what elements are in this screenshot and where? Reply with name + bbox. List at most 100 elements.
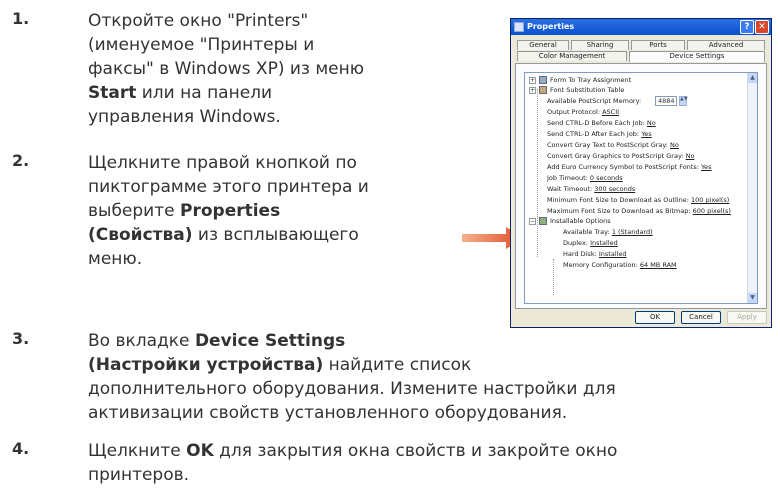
step-text-run: дополнительного оборудования. Измените н…: [88, 379, 616, 399]
step-line: принтеров.: [88, 463, 617, 487]
tree-item-wait-timeout[interactable]: Wait Timeout: 300 seconds: [547, 184, 635, 194]
setting-label: Convert Gray Graphics to PostScript Gray…: [547, 152, 684, 160]
step-line: Щелкните OK для закрытия окна свойств и …: [88, 439, 617, 463]
tab-general[interactable]: General: [517, 40, 569, 50]
properties-dialog: Properties ? ✕ General Sharing Ports Adv…: [510, 18, 772, 328]
step-line: Откройте окно "Printers": [88, 9, 364, 33]
step-line: Start или на панели: [88, 81, 364, 105]
setting-value: ASCII: [602, 108, 620, 116]
step-text-run: пиктограмме этого принтера и: [88, 177, 369, 197]
step-line: дополнительного оборудования. Измените н…: [88, 377, 616, 401]
step-line: активизации свойств установленного обору…: [88, 401, 616, 425]
setting-value: 1 (Standard): [611, 228, 653, 236]
setting-value: No: [685, 152, 695, 160]
setting-label: Output Protocol:: [547, 108, 601, 116]
emphasized-text: OK: [186, 441, 214, 461]
options-icon: [539, 217, 547, 225]
step-text-run: принтеров.: [88, 465, 190, 485]
collapse-icon[interactable]: −: [529, 218, 536, 225]
step-line: управления Windows.: [88, 105, 364, 129]
tree-item-ctrl-d-after[interactable]: Send CTRL-D After Each Job: Yes: [547, 129, 652, 139]
ok-button[interactable]: OK: [635, 311, 675, 324]
step-line: меню.: [88, 247, 369, 271]
settings-tree: + Form To Tray Assignment + Font Substit…: [524, 72, 758, 304]
setting-value: 600 pixel(s): [692, 207, 731, 215]
step-number: 3.: [12, 329, 30, 348]
step-text-run: из всплывающего: [192, 225, 359, 245]
tree-item-gray-graphics[interactable]: Convert Gray Graphics to PostScript Gray…: [547, 151, 694, 161]
setting-value: 64 MB RAM: [639, 261, 677, 269]
tree-item-euro-symbol[interactable]: Add Euro Currency Symbol to PostScript F…: [547, 162, 712, 172]
expand-icon[interactable]: +: [529, 87, 536, 94]
tree-item-job-timeout[interactable]: Job Timeout: 0 seconds: [547, 173, 623, 183]
tree-item-memory-config[interactable]: Memory Configuration: 64 MB RAM: [563, 260, 677, 270]
tree-item-gray-text[interactable]: Convert Gray Text to PostScript Gray: No: [547, 140, 679, 150]
help-button[interactable]: ?: [740, 20, 754, 34]
spinner-arrows-icon[interactable]: ▲▼: [679, 96, 688, 106]
setting-label: Available PostScript Memory:: [547, 97, 642, 105]
step-text-run: факсы" в Windows XP) из меню: [88, 59, 365, 79]
emphasized-text: (Свойства): [88, 225, 193, 245]
tab-color-management[interactable]: Color Management: [517, 51, 627, 61]
setting-label: Send CTRL-D After Each Job:: [547, 130, 640, 138]
step-line: пиктограмме этого принтера и: [88, 175, 369, 199]
step-text-run: Во вкладке: [88, 331, 195, 351]
tree-item-hard-disk[interactable]: Hard Disk: Installed: [563, 249, 627, 259]
step-line: (Настройки устройства) найдите список: [88, 353, 616, 377]
tree-item-form-to-tray[interactable]: Form To Tray Assignment: [550, 75, 631, 85]
device-settings-panel: + Form To Tray Assignment + Font Substit…: [515, 63, 767, 309]
tree-item-ps-memory: Available PostScript Memory:: [547, 96, 641, 106]
cancel-button[interactable]: Cancel: [681, 311, 721, 324]
step-line: факсы" в Windows XP) из меню: [88, 57, 364, 81]
setting-label: Minimum Font Size to Download as Outline…: [547, 196, 689, 204]
setting-label: Wait Timeout:: [547, 185, 593, 193]
step-text-run: меню.: [88, 249, 143, 269]
step-text-run: выберите: [88, 201, 180, 221]
step-text: Откройте окно "Printers" (именуемое "Прин…: [88, 9, 364, 129]
ps-memory-input[interactable]: 4884: [655, 96, 677, 106]
dialog-title: Properties: [527, 22, 575, 31]
setting-label: Hard Disk:: [563, 250, 597, 258]
apply-button[interactable]: Apply: [727, 311, 767, 324]
scroll-up-icon[interactable]: ▲: [748, 73, 757, 83]
setting-value: No: [646, 119, 656, 127]
tab-sharing[interactable]: Sharing: [571, 40, 629, 50]
tree-item-max-font[interactable]: Maximum Font Size to Download as Bitmap:…: [547, 206, 731, 216]
tree-connector: [553, 259, 554, 295]
tree-item-font-substitution[interactable]: Font Substitution Table: [550, 85, 624, 95]
document-icon: [539, 76, 547, 84]
step-text-run: для закрытия окна свойств и закройте окн…: [213, 441, 618, 461]
step-line: (Свойства) из всплывающего: [88, 223, 369, 247]
setting-value: Yes: [641, 130, 652, 138]
setting-label: Add Euro Currency Symbol to PostScript F…: [547, 163, 699, 171]
step-line: (именуемое "Принтеры и: [88, 33, 364, 57]
expand-icon[interactable]: +: [529, 77, 536, 84]
tree-connector: [537, 89, 538, 257]
tree-item-installable-options[interactable]: Installable Options: [550, 216, 611, 226]
setting-value: No: [670, 141, 679, 149]
step-text-run: Откройте окно "Printers": [88, 11, 309, 31]
emphasized-text: Device Settings: [194, 331, 346, 351]
tree-item-min-font[interactable]: Minimum Font Size to Download as Outline…: [547, 195, 729, 205]
setting-value: Installed: [590, 239, 618, 247]
tree-item-ctrl-d-before[interactable]: Send CTRL-D Before Each Job: No: [547, 118, 656, 128]
step-text: Щелкните OK для закрытия окна свойств и …: [88, 439, 617, 487]
setting-label: Duplex:: [563, 239, 588, 247]
font-icon: [539, 86, 547, 94]
step-text-run: управления Windows.: [88, 107, 281, 127]
tab-advanced[interactable]: Advanced: [687, 40, 765, 50]
step-text-run: или на панели: [136, 83, 273, 103]
setting-value: 300 seconds: [594, 185, 636, 193]
tree-scrollbar[interactable]: ▲ ▼: [747, 73, 757, 303]
setting-value: 0 seconds: [589, 174, 623, 182]
tree-item-available-tray[interactable]: Available Tray: 1 (Standard): [563, 227, 653, 237]
close-button[interactable]: ✕: [755, 20, 769, 34]
tab-ports[interactable]: Ports: [631, 40, 685, 50]
setting-value: Installed: [598, 250, 627, 258]
dialog-titlebar: Properties ? ✕: [511, 19, 771, 35]
tree-item-duplex[interactable]: Duplex: Installed: [563, 238, 618, 248]
step-text-run: Щелкните: [88, 441, 187, 461]
scroll-down-icon[interactable]: ▼: [748, 293, 757, 303]
tab-device-settings[interactable]: Device Settings: [629, 51, 765, 62]
tree-item-output-protocol[interactable]: Output Protocol: ASCII: [547, 107, 619, 117]
